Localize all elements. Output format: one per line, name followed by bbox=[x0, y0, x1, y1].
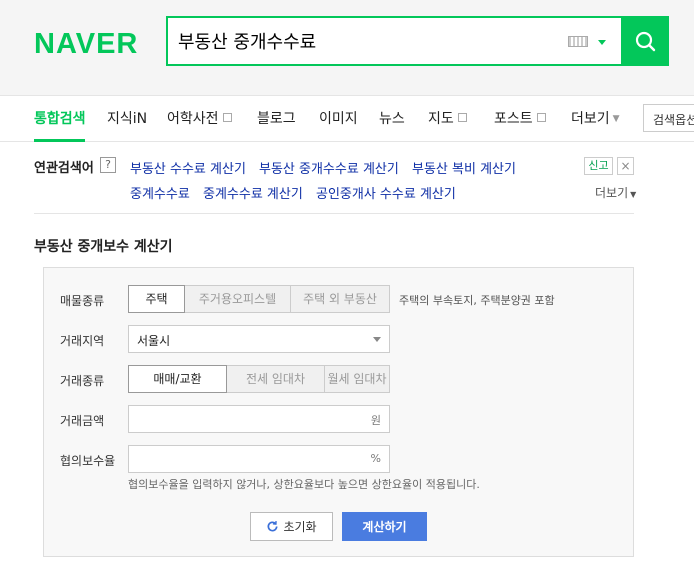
tab-blog[interactable]: 블로그 bbox=[257, 108, 296, 128]
property-type-option[interactable]: 주택 bbox=[128, 285, 185, 313]
help-icon[interactable]: ? bbox=[100, 157, 116, 173]
related-link[interactable]: 부동산 수수료 계산기 bbox=[130, 158, 246, 177]
tab-dictionary[interactable]: 어학사전 bbox=[167, 108, 232, 128]
search-options-button[interactable]: 검색옵션 bbox=[643, 104, 694, 132]
tab-post[interactable]: 포스트 bbox=[494, 108, 546, 128]
related-link[interactable]: 중계수수료 bbox=[130, 183, 190, 202]
related-link[interactable]: 공인중개사 수수료 계산기 bbox=[316, 183, 456, 202]
rate-field[interactable]: % bbox=[128, 445, 390, 473]
tab-integrated[interactable]: 통합검색 bbox=[34, 108, 86, 128]
related-more-button[interactable]: 더보기 ▼ bbox=[595, 184, 636, 201]
property-type-label: 매물종류 bbox=[60, 294, 105, 308]
report-button[interactable]: 신고 bbox=[584, 157, 613, 175]
search-tabs: 통합검색 지식iN 어학사전 블로그 이미지 뉴스 지도 포스트 더보기 ▼ 검색… bbox=[0, 95, 694, 142]
naver-logo[interactable]: NAVER bbox=[34, 28, 138, 61]
related-searches-label: 연관검색어 bbox=[34, 161, 94, 176]
amount-field[interactable]: 원 bbox=[128, 405, 390, 433]
tab-news[interactable]: 뉴스 bbox=[379, 108, 405, 128]
tab-more[interactable]: 더보기 ▼ bbox=[571, 108, 620, 128]
reset-label: 초기화 bbox=[283, 520, 317, 534]
divider bbox=[34, 213, 634, 214]
tab-map[interactable]: 지도 bbox=[428, 108, 467, 128]
property-type-option[interactable]: 주거용오피스텔 bbox=[184, 285, 291, 313]
related-link[interactable]: 중계수수료 계산기 bbox=[203, 183, 303, 202]
rate-note: 협의보수율을 입력하지 않거나, 상한요율보다 높으면 상한요율이 적용됩니다. bbox=[128, 478, 480, 491]
amount-unit: 원 bbox=[370, 414, 381, 427]
search-box bbox=[166, 16, 669, 66]
header: NAVER bbox=[0, 0, 694, 95]
new-window-icon bbox=[457, 113, 467, 122]
search-button[interactable] bbox=[621, 16, 669, 66]
trade-type-option[interactable]: 매매/교환 bbox=[128, 365, 227, 393]
related-link[interactable]: 부동산 중개수수료 계산기 bbox=[259, 158, 399, 177]
keyboard-icon[interactable] bbox=[568, 36, 588, 47]
tab-label: 포스트 bbox=[494, 111, 533, 127]
calculator-panel: 매물종류 주택 주거용오피스텔 주택 외 부동산 주택의 부속토지, 주택분양권… bbox=[43, 267, 634, 557]
amount-label: 거래금액 bbox=[60, 414, 105, 428]
amount-input[interactable] bbox=[135, 410, 355, 428]
caret-down-icon: ▼ bbox=[612, 114, 620, 124]
reset-button[interactable]: 초기화 bbox=[250, 512, 333, 541]
chevron-down-icon bbox=[373, 337, 381, 342]
trade-type-option[interactable]: 월세 임대차 bbox=[324, 365, 390, 393]
tab-image[interactable]: 이미지 bbox=[319, 108, 358, 128]
more-label: 더보기 bbox=[595, 186, 629, 200]
new-window-icon bbox=[536, 113, 546, 122]
region-value: 서울시 bbox=[137, 334, 171, 348]
trade-type-label: 거래종류 bbox=[60, 374, 105, 388]
trade-type-option[interactable]: 전세 임대차 bbox=[226, 365, 325, 393]
property-type-hint: 주택의 부속토지, 주택분양권 포함 bbox=[399, 294, 555, 307]
refresh-icon bbox=[267, 521, 278, 532]
tab-label: 어학사전 bbox=[167, 111, 219, 127]
main-content: 연관검색어 ? 부동산 수수료 계산기 부동산 중개수수료 계산기 부동산 복비… bbox=[0, 142, 694, 566]
calculator-title: 부동산 중개보수 계산기 bbox=[34, 239, 173, 255]
property-type-option[interactable]: 주택 외 부동산 bbox=[290, 285, 390, 313]
region-label: 거래지역 bbox=[60, 334, 105, 348]
rate-label: 협의보수율 bbox=[60, 454, 116, 468]
related-link[interactable]: 부동산 복비 계산기 bbox=[412, 158, 516, 177]
tab-label: 더보기 bbox=[571, 111, 610, 127]
caret-down-icon: ▼ bbox=[630, 190, 637, 199]
search-icon bbox=[635, 31, 656, 52]
region-select[interactable]: 서울시 bbox=[128, 325, 390, 353]
calculate-button[interactable]: 계산하기 bbox=[342, 512, 427, 541]
rate-unit: % bbox=[370, 452, 381, 465]
search-input[interactable] bbox=[178, 27, 558, 55]
chevron-down-icon[interactable] bbox=[598, 40, 606, 45]
new-window-icon bbox=[222, 113, 232, 122]
rate-input[interactable] bbox=[135, 450, 355, 468]
close-icon[interactable]: × bbox=[617, 157, 634, 175]
tab-label: 지도 bbox=[428, 111, 454, 127]
tab-kin[interactable]: 지식iN bbox=[107, 108, 147, 128]
